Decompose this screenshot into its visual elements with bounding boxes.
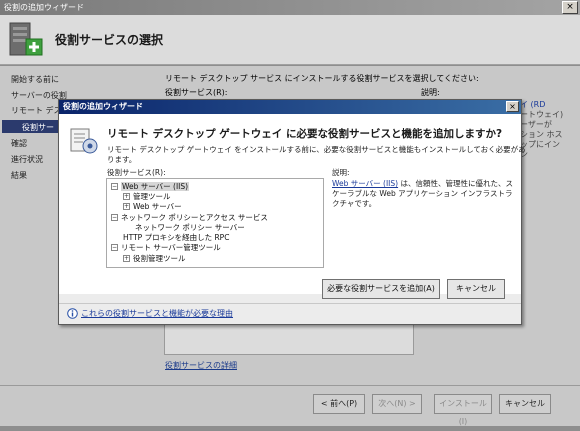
tree-node-label: ネットワーク ポリシー サーバー <box>135 223 245 232</box>
expand-toggle-icon[interactable]: + <box>123 255 130 262</box>
outer-window-title: 役割の追加ウィザード <box>4 3 84 12</box>
nav-item-role-services[interactable]: 役割サー <box>22 122 54 133</box>
add-required-services-button[interactable]: 必要な役割サービスを追加(A) <box>322 279 440 299</box>
dialog-roles-label: 役割サービス(R): <box>107 168 166 177</box>
dialog-close-button[interactable]: × <box>506 101 519 112</box>
install-button[interactable]: インストール(I) <box>434 394 492 426</box>
fragment-line: ーザーが <box>520 120 552 129</box>
wizard-page-title: 役割サービスの選択 <box>55 33 164 47</box>
nav-item-before-you-begin[interactable]: 開始する前に <box>11 74 59 85</box>
add-required-services-dialog: 役割の追加ウィザード × リモート デスクトップ ゲートウェイ に必要な役割サー… <box>58 99 526 325</box>
tree-node-label: HTTP プロキシを経由した RPC <box>123 233 230 242</box>
dialog-description: リモート デスクトップ ゲートウェイ をインストールする前に、必要な役割サービス… <box>107 145 526 164</box>
expand-toggle-icon[interactable]: + <box>123 193 130 200</box>
why-required-link[interactable]: これらの役割サービスと機能が必要な理由 <box>81 308 233 319</box>
tree-node[interactable]: − リモート サーバー管理ツール <box>111 242 221 253</box>
role-services-details-link[interactable]: 役割サービスの詳細 <box>165 360 237 371</box>
dialog-desc-label: 説明: <box>332 168 350 177</box>
dialog-cancel-button[interactable]: キャンセル <box>447 279 505 299</box>
next-button[interactable]: 次へ(N) > <box>372 394 422 414</box>
server-add-icon <box>9 22 43 56</box>
outer-close-button[interactable]: × <box>562 1 578 14</box>
tree-node-label: Web サーバー (IIS) <box>121 182 190 191</box>
web-server-link[interactable]: Web サーバー (IIS) <box>332 179 398 188</box>
dialog-footer: これらの役割サービスと機能が必要な理由 <box>59 303 521 324</box>
service-description: Web サーバー (IIS) は、信頼性、管理性に優れた、スケーラブルな Web… <box>332 179 517 209</box>
collapse-toggle-icon[interactable]: − <box>111 244 118 251</box>
back-button[interactable]: < 前へ(P) <box>313 394 365 414</box>
fragment-line: ション ホス <box>520 130 563 139</box>
nav-item-progress[interactable]: 進行状況 <box>11 154 43 165</box>
collapse-toggle-icon[interactable]: − <box>111 214 118 221</box>
tree-node-label: Web サーバー <box>133 202 182 211</box>
dialog-title-bar: 役割の追加ウィザード <box>59 100 521 114</box>
fragment-line: ートウェイ) <box>520 110 564 119</box>
tree-node[interactable]: + 役割管理ツール <box>123 253 186 264</box>
tree-node-label: 管理ツール <box>133 192 171 201</box>
wizard-header: 役割サービスの選択 <box>0 15 580 65</box>
outer-cancel-button[interactable]: キャンセル <box>499 394 551 414</box>
nav-item-results[interactable]: 結果 <box>11 170 27 181</box>
required-services-tree[interactable]: − Web サーバー (IIS) + 管理ツール + Web サーバー − ネットワーク… <box>106 178 324 268</box>
footer-divider <box>0 385 580 386</box>
tree-node-label: ネットワーク ポリシーとアクセス サービス <box>121 213 268 222</box>
nav-item-confirmation[interactable]: 確認 <box>11 138 27 149</box>
tree-node[interactable]: + Web サーバー <box>123 201 182 212</box>
info-icon <box>67 308 78 319</box>
dialog-heading: リモート デスクトップ ゲートウェイ に必要な役割サービスと機能を追加しますか? <box>107 128 503 140</box>
dialog-title: 役割の追加ウィザード <box>63 102 143 111</box>
outer-desc-label: 説明: <box>421 88 440 97</box>
fragment-line: イ (RD <box>520 100 546 109</box>
wizard-settings-icon <box>70 128 98 154</box>
outer-roles-label: 役割サービス(R): <box>165 88 228 97</box>
collapse-toggle-icon[interactable]: − <box>111 183 118 190</box>
tree-node-label: リモート サーバー管理ツール <box>121 243 221 252</box>
dialog-content: リモート デスクトップ ゲートウェイ に必要な役割サービスと機能を追加しますか?… <box>59 114 526 299</box>
expand-toggle-icon[interactable]: + <box>123 203 130 210</box>
outer-title-bar: 役割の追加ウィザード <box>0 0 580 15</box>
tree-node-label: 役割管理ツール <box>133 254 186 263</box>
outer-intro-text: リモート デスクトップ サービス にインストールする役割サービスを選択してくださ… <box>165 74 479 83</box>
